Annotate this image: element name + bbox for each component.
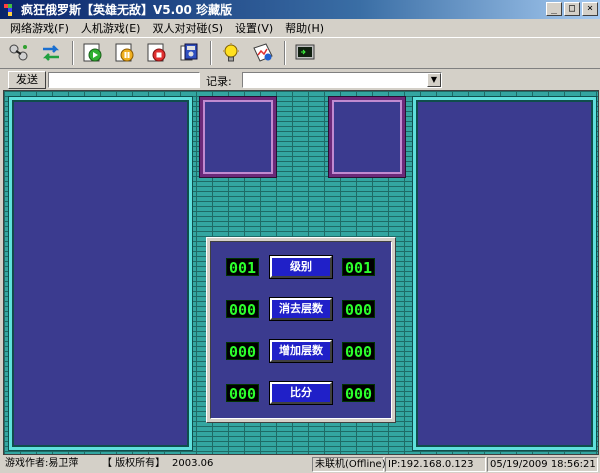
status-author: 游戏作者:易卫萍 (5, 458, 79, 469)
score-row-level: 001 级别 001 (211, 255, 393, 279)
toolbar-separator (210, 41, 212, 65)
stop-button[interactable] (144, 40, 170, 66)
chart-icon (253, 43, 273, 62)
minimize-button[interactable]: _ (546, 2, 562, 16)
player-board-right[interactable] (413, 97, 596, 450)
message-input[interactable] (48, 72, 200, 88)
lcd-score-right: 000 (342, 384, 375, 403)
window-title: 疯狂俄罗斯【英雄无敌】V5.00 珍藏版 (21, 3, 233, 17)
play-button[interactable] (80, 40, 106, 66)
menu-help[interactable]: 帮助(H) (279, 20, 330, 36)
connect-button[interactable] (6, 40, 32, 66)
menu-bar: 网络游戏(F) 人机游戏(E) 双人对对碰(S) 设置(V) 帮助(H) (0, 19, 600, 37)
player-board-left[interactable] (9, 97, 192, 450)
cleared-lines-button[interactable]: 消去层数 (269, 297, 333, 321)
title-bar[interactable]: 疯狂俄罗斯【英雄无敌】V5.00 珍藏版 _ □ × (0, 0, 600, 19)
game-area: 001 级别 001 000 消去层数 000 000 增加层数 000 000… (3, 90, 599, 455)
swap-button[interactable] (38, 40, 64, 66)
status-bar: 游戏作者:易卫萍 【 版权所有】 2003.06 未联机(Offline) IP… (0, 456, 600, 473)
save-icon (180, 43, 198, 61)
lcd-level-left: 001 (226, 258, 259, 277)
lcd-cleared-left: 000 (226, 300, 259, 319)
lcd-level-right: 001 (342, 258, 375, 277)
added-lines-button[interactable]: 增加层数 (269, 339, 333, 363)
chart-button[interactable] (250, 40, 276, 66)
level-button[interactable]: 级别 (269, 255, 333, 279)
tip-button[interactable] (218, 40, 244, 66)
menu-two-player[interactable]: 双人对对碰(S) (146, 20, 229, 36)
monitor-button[interactable] (292, 40, 318, 66)
stop-icon (147, 43, 166, 62)
score-row-score: 000 比分 000 (211, 381, 393, 405)
send-button[interactable]: 发送 (8, 71, 46, 89)
close-button[interactable]: × (582, 2, 598, 16)
status-copyright: 【 版权所有】 (102, 458, 166, 469)
lcd-score-left: 000 (226, 384, 259, 403)
score-row-cleared: 000 消去层数 000 (211, 297, 393, 321)
score-button[interactable]: 比分 (269, 381, 333, 405)
score-row-added: 000 增加层数 000 (211, 339, 393, 363)
lightbulb-icon (223, 43, 239, 62)
toolbar-separator (72, 41, 74, 65)
menu-computer-game[interactable]: 人机游戏(E) (75, 20, 147, 36)
status-datetime: 05/19/2009 18:56:21 (487, 457, 598, 472)
status-mode: 未联机(Offline) (312, 457, 386, 472)
record-label: 记录: (206, 75, 232, 88)
next-piece-preview-left (200, 97, 276, 177)
app-icon (4, 3, 12, 16)
maximize-button[interactable]: □ (564, 2, 580, 16)
lcd-cleared-right: 000 (342, 300, 375, 319)
status-ip: IP:192.168.0.123 (385, 457, 486, 472)
connect-icon (9, 44, 28, 61)
chat-row: 发送 记录: ▼ (0, 70, 600, 90)
lcd-added-right: 000 (342, 342, 375, 361)
menu-network-game[interactable]: 网络游戏(F) (4, 20, 75, 36)
score-panel: 001 级别 001 000 消去层数 000 000 增加层数 000 000… (206, 237, 396, 423)
menu-settings[interactable]: 设置(V) (229, 20, 279, 36)
status-year: 2003.06 (172, 458, 214, 469)
play-icon (83, 43, 102, 62)
monitor-icon (295, 44, 315, 60)
pause-icon (115, 43, 134, 62)
pause-button[interactable] (112, 40, 138, 66)
toolbar (0, 37, 600, 69)
toolbar-separator (284, 41, 286, 65)
swap-icon (42, 45, 60, 61)
save-button[interactable] (176, 40, 202, 66)
chevron-down-icon[interactable]: ▼ (427, 73, 441, 87)
lcd-added-left: 000 (226, 342, 259, 361)
record-dropdown[interactable]: ▼ (242, 72, 442, 88)
next-piece-preview-right (329, 97, 405, 177)
